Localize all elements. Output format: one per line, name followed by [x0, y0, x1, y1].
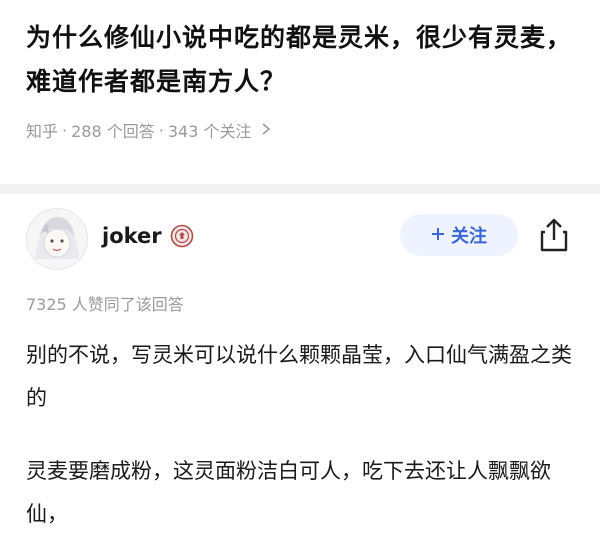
follow-button[interactable]: 关注: [400, 214, 518, 256]
share-button[interactable]: [536, 216, 572, 254]
avatar[interactable]: [26, 208, 88, 270]
answer-count: 288 个回答: [71, 122, 155, 141]
answer-header: joker 关注: [26, 208, 586, 272]
author-info[interactable]: joker: [102, 224, 194, 248]
meta-separator: ·: [158, 120, 164, 140]
question-meta[interactable]: 知乎 · 288 个回答 · 343 个关注: [26, 118, 586, 142]
source-label: 知乎: [26, 122, 59, 141]
follow-label: 关注: [451, 226, 487, 247]
share-icon: [536, 218, 572, 258]
chevron-right-icon: [261, 121, 271, 140]
answer-content[interactable]: 别的不说，写灵米可以说什么颗颗晶莹，入口仙气满盈之类的 灵麦要磨成粉，这灵面粉洁…: [26, 334, 586, 536]
author-name[interactable]: joker: [102, 224, 162, 248]
likes-count: 7325 人赞同了该回答: [26, 295, 184, 314]
question-header: 为什么修仙小说中吃的都是灵米，很少有灵麦，难道作者都是南方人？ 知乎 · 288…: [26, 16, 586, 142]
section-divider: [0, 184, 600, 194]
plus-icon: [431, 225, 445, 246]
follower-count: 343 个关注: [167, 122, 252, 141]
answer-paragraph: 灵麦要磨成粉，这灵面粉洁白可人，吃下去还让人飘飘欲仙，: [26, 459, 551, 526]
meta-separator: ·: [62, 120, 68, 140]
certified-badge-icon: [170, 224, 194, 248]
question-title[interactable]: 为什么修仙小说中吃的都是灵米，很少有灵麦，难道作者都是南方人？: [26, 16, 586, 104]
answer-paragraph: 别的不说，写灵米可以说什么颗颗晶莹，入口仙气满盈之类的: [26, 343, 572, 410]
